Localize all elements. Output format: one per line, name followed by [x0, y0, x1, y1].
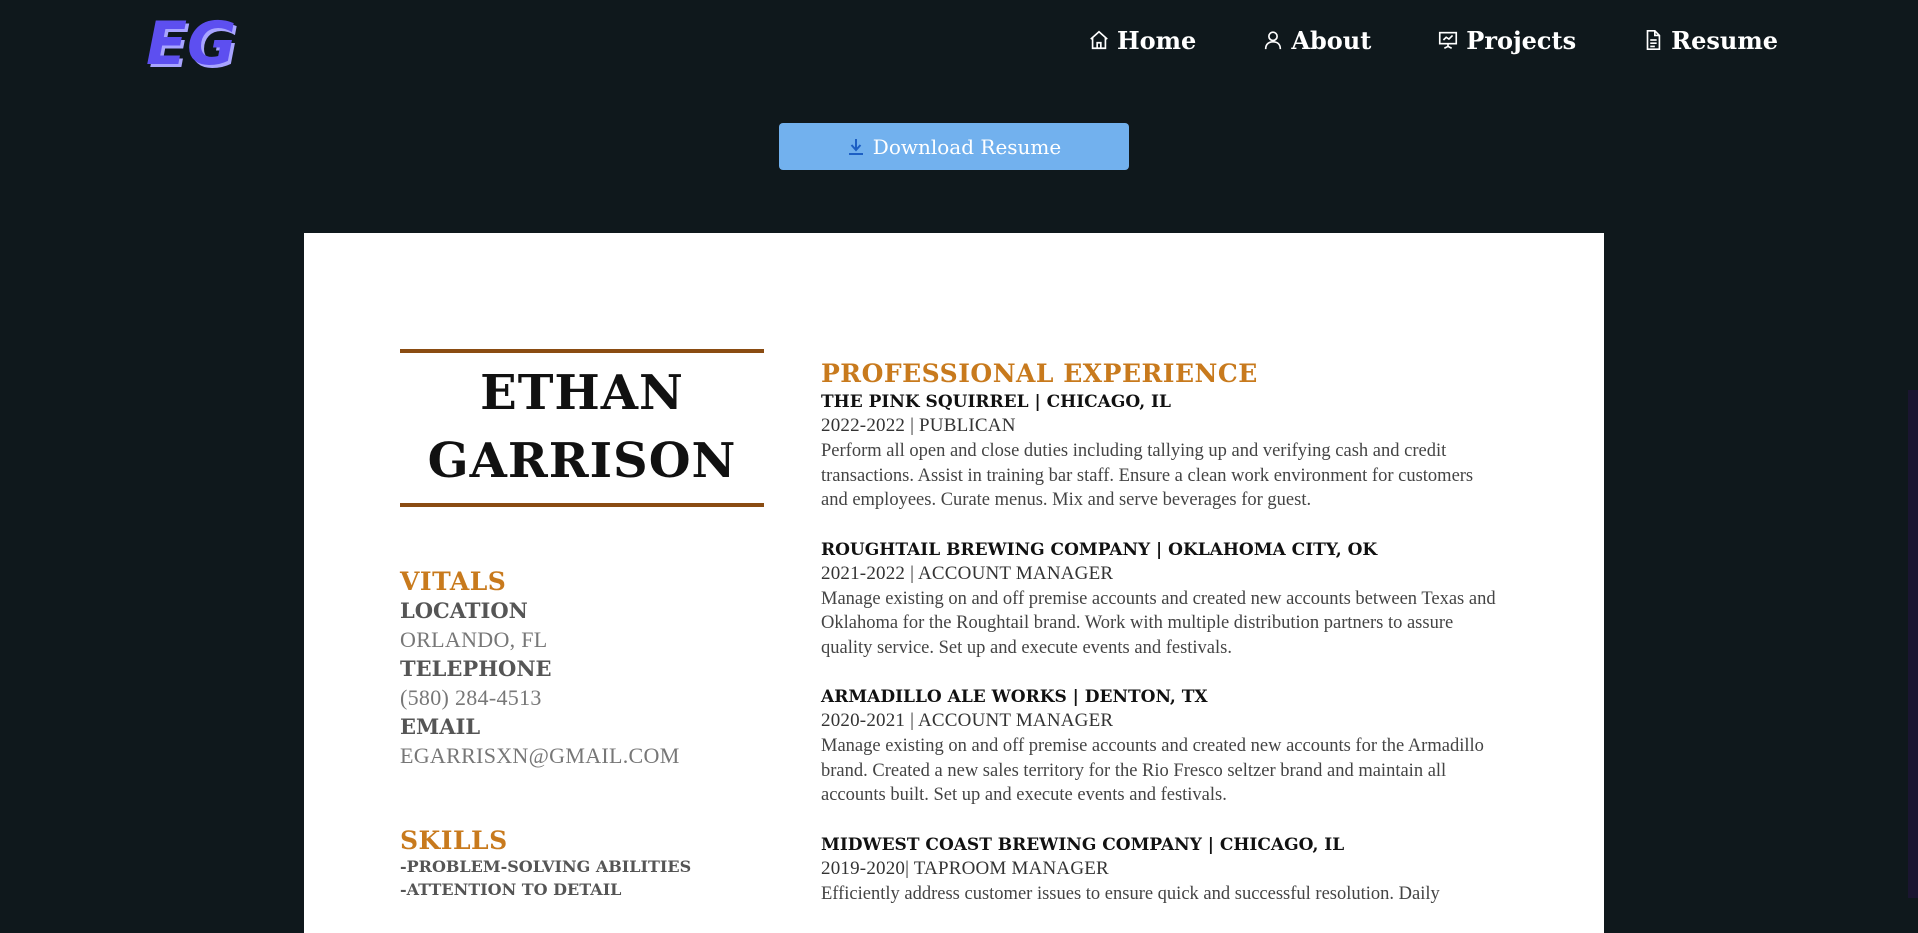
job-role: 2021-2022 | ACCOUNT MANAGER: [821, 562, 1114, 584]
resume-left-column: ETHAN GARRISON VITALS LOCATION ORLANDO, …: [400, 349, 764, 901]
job-role: 2020-2021 | ACCOUNT MANAGER: [821, 710, 1114, 731]
nav-link-resume[interactable]: Resume: [1642, 26, 1778, 55]
nav-label-projects: Projects: [1466, 25, 1577, 55]
telephone-label: TELEPHONE: [400, 656, 552, 681]
job-company: MIDWEST COAST BREWING COMPANY | CHICAGO,…: [821, 834, 1345, 855]
skills-heading: SKILLS: [400, 826, 508, 855]
nav-link-projects[interactable]: Projects: [1437, 26, 1576, 55]
download-resume-label: Download Resume: [872, 134, 1062, 159]
name-block: ETHAN GARRISON: [400, 349, 764, 507]
navbar: EG EG Home About Projects Resume: [0, 0, 1918, 84]
skills-section: SKILLS -PROBLEM-SOLVING ABILITIES -ATTEN…: [400, 826, 764, 901]
user-icon: [1265, 31, 1282, 50]
job-role: 2022-2022 | PUBLICAN: [821, 415, 1016, 436]
page-scrollbar[interactable]: [1908, 0, 1918, 898]
document-icon: [1646, 30, 1661, 50]
home-icon: [1090, 30, 1108, 50]
download-resume-button[interactable]: Download Resume: [779, 123, 1129, 170]
job-entry: ROUGHTAIL BREWING COMPANY | OKLAHOMA CIT…: [821, 538, 1501, 661]
email-label: EMAIL: [400, 714, 481, 739]
job-company: ROUGHTAIL BREWING COMPANY | OKLAHOMA CIT…: [821, 539, 1378, 560]
job-description: Efficiently address customer issues to e…: [821, 883, 1440, 904]
logo[interactable]: EG EG: [146, 9, 242, 82]
nav-link-about[interactable]: About: [1262, 26, 1371, 55]
job-description: Perform all open and close duties includ…: [821, 441, 1474, 510]
last-name: GARRISON: [427, 433, 737, 489]
nav-label-resume: Resume: [1671, 25, 1778, 55]
nav-label-about: About: [1291, 25, 1372, 55]
download-icon: [848, 138, 863, 155]
experience-heading: PROFESSIONAL EXPERIENCE: [821, 359, 1258, 388]
logo-icon: EG EG: [146, 9, 239, 82]
nav-links: Home About Projects Resume: [1088, 20, 1778, 60]
scrollbar-thumb[interactable]: [1908, 0, 1918, 390]
job-description: Manage existing on and off premise accou…: [821, 588, 1496, 658]
job-role: 2019-2020| TAPROOM MANAGER: [821, 857, 1109, 879]
job-description: Manage existing on and off premise accou…: [821, 736, 1484, 805]
job-entry: THE PINK SQUIRREL | CHICAGO, IL 2022-202…: [821, 390, 1501, 513]
email-value: EGARRISXN@GMAIL.COM: [400, 743, 680, 768]
nav-label-home: Home: [1116, 25, 1197, 55]
job-company: THE PINK SQUIRREL | CHICAGO, IL: [821, 392, 1171, 412]
resume-paper: ETHAN GARRISON VITALS LOCATION ORLANDO, …: [304, 233, 1604, 933]
location-label: LOCATION: [400, 598, 528, 623]
download-section: Download Resume: [779, 123, 1129, 170]
presentation-icon: [1439, 31, 1458, 49]
svg-text:EG: EG: [146, 10, 236, 74]
vitals-section: VITALS LOCATION ORLANDO, FL TELEPHONE (5…: [400, 567, 764, 770]
resume-right-column: PROFESSIONAL EXPERIENCE THE PINK SQUIRRE…: [821, 359, 1501, 931]
job-company: ARMADILLO ALE WORKS | DENTON, TX: [821, 687, 1208, 707]
nav-link-home[interactable]: Home: [1088, 26, 1196, 55]
location-value: ORLANDO, FL: [400, 627, 548, 652]
job-entry: ARMADILLO ALE WORKS | DENTON, TX 2020-20…: [821, 685, 1501, 808]
skill-item: -PROBLEM-SOLVING ABILITIES: [400, 857, 692, 876]
first-name: ETHAN: [480, 365, 684, 421]
job-entry: MIDWEST COAST BREWING COMPANY | CHICAGO,…: [821, 833, 1501, 907]
vitals-heading: VITALS: [400, 567, 507, 596]
telephone-value: (580) 284-4513: [400, 685, 542, 710]
